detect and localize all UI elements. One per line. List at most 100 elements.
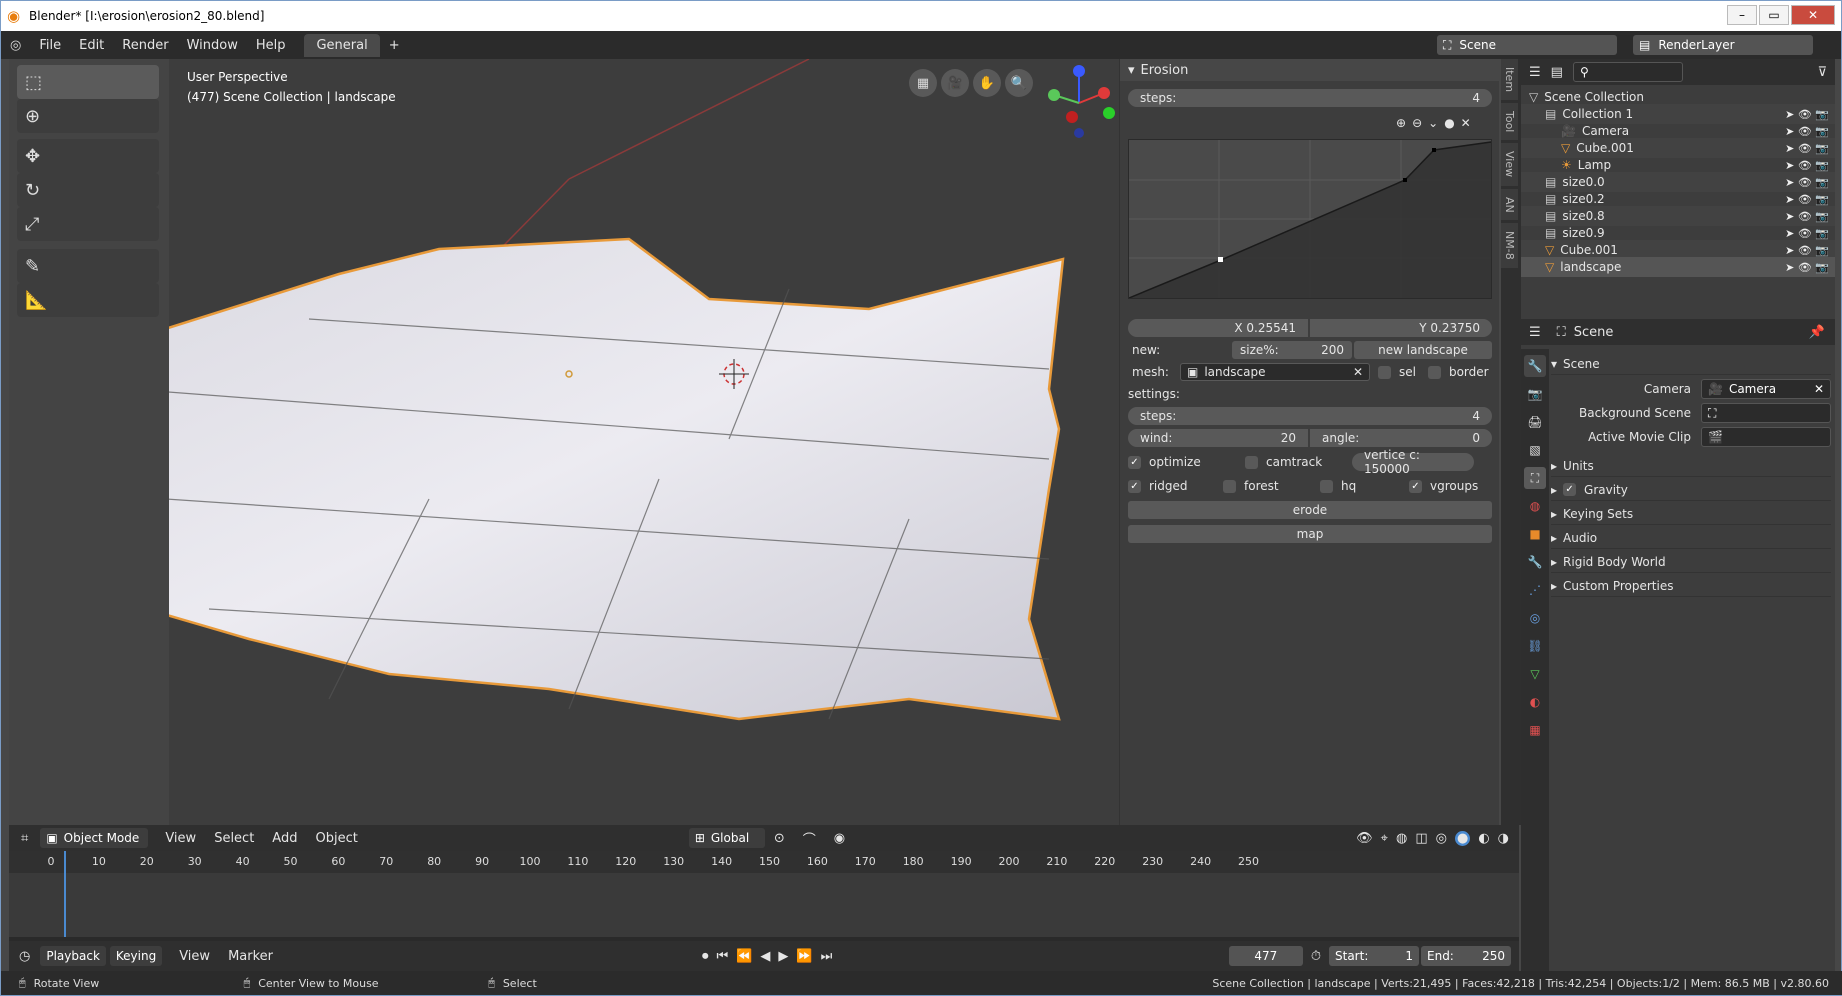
prev-keyframe-icon[interactable]: ⏪	[736, 949, 752, 964]
new-landscape-button[interactable]: new landscape	[1354, 341, 1492, 359]
particles-tab-icon[interactable]: ⋰	[1524, 579, 1546, 601]
grid-toggle-icon[interactable]: ▦	[909, 69, 937, 97]
menu-file[interactable]: File	[30, 38, 70, 53]
clock-icon[interactable]: ◷	[19, 949, 30, 964]
timeline-ruler[interactable]: 0 10 20 30 40 50 60 70 80 90 100 110 120 130 140 150 160…	[9, 851, 1519, 873]
stopwatch-icon[interactable]: ⏱	[1311, 949, 1321, 964]
vp-menu-object[interactable]: Object	[306, 831, 366, 846]
vp-menu-add[interactable]: Add	[263, 831, 306, 846]
filter-icon[interactable]: ⊽	[1817, 65, 1827, 80]
outliner-item[interactable]: ▽ landscape ➤ 👁 📷	[1521, 257, 1835, 277]
zoom-icon[interactable]: 🔍	[1005, 69, 1033, 97]
modifier-tab-icon[interactable]: 🔧	[1524, 551, 1546, 573]
blender-menu-icon[interactable]: ◎	[1, 38, 30, 53]
gravity-checkbox[interactable]: ✓	[1563, 483, 1577, 496]
workspace-tab-general[interactable]: General	[304, 33, 380, 57]
keying-menu[interactable]: Keying	[109, 946, 163, 966]
curve-point-icon[interactable]: ●	[1444, 116, 1454, 130]
erode-button[interactable]: erode	[1128, 501, 1492, 519]
close-button[interactable]: ✕	[1791, 5, 1835, 25]
menu-help[interactable]: Help	[247, 38, 295, 53]
custom-properties-section[interactable]: ▸ Custom Properties	[1551, 575, 1831, 597]
display-mode-icon[interactable]: ☰	[1529, 65, 1541, 80]
camtrack-checkbox[interactable]	[1245, 455, 1258, 469]
timeline-menu-marker[interactable]: Marker	[219, 949, 282, 964]
minimize-button[interactable]: –	[1727, 5, 1757, 25]
tab-view[interactable]: View	[1501, 143, 1518, 186]
renderlayer-selector[interactable]: ▤ RenderLayer	[1633, 35, 1813, 55]
outliner-item-controls[interactable]: ➤ 👁 📷	[1785, 159, 1829, 172]
erosion-header[interactable]: ▾ Erosion	[1120, 59, 1499, 81]
movie-clip-selector[interactable]: 🎬	[1701, 427, 1831, 447]
visibility-icon[interactable]: 👁	[1356, 831, 1373, 846]
snap-icon[interactable]: ⌒	[794, 829, 825, 848]
playhead[interactable]	[64, 851, 66, 951]
curve-editor[interactable]	[1128, 139, 1492, 299]
tool-tab-icon[interactable]: 🔧	[1524, 355, 1546, 377]
outliner-search-input[interactable]: ⚲	[1572, 62, 1683, 82]
camera-selector[interactable]: 🎥 Camera ✕	[1701, 379, 1831, 399]
angle-field[interactable]: angle: 0	[1310, 429, 1492, 447]
curve-y-field[interactable]: Y 0.23750	[1310, 319, 1492, 337]
timeline[interactable]: 0 10 20 30 40 50 60 70 80 90 100 110 120 130 140 150 160…	[9, 851, 1519, 951]
jump-end-icon[interactable]: ⏭	[821, 949, 833, 964]
object-mode-selector[interactable]: ▣ Object Mode	[40, 828, 149, 848]
viewlayer-tab-icon[interactable]: ▧	[1524, 439, 1546, 461]
texture-tab-icon[interactable]: ▦	[1524, 719, 1546, 741]
maximize-button[interactable]: ▭	[1759, 5, 1789, 25]
gravity-section[interactable]: ▸ ✓ Gravity	[1551, 479, 1831, 501]
pivot-icon[interactable]: ⊙	[765, 831, 794, 846]
sel-checkbox[interactable]	[1378, 365, 1391, 379]
outliner-item-controls[interactable]: ➤ 👁 📷	[1785, 227, 1829, 240]
rigid-body-world-section[interactable]: ▸ Rigid Body World	[1551, 551, 1831, 573]
steps-top-field[interactable]: steps: 4	[1128, 89, 1492, 107]
current-frame-field[interactable]: 477	[1228, 946, 1303, 966]
filter-view-icon[interactable]: ▤	[1551, 65, 1563, 80]
play-icon[interactable]: ▶	[778, 949, 788, 964]
forest-checkbox[interactable]	[1223, 479, 1236, 493]
material-tab-icon[interactable]: ◐	[1524, 691, 1546, 713]
outliner-item-controls[interactable]: ➤ 👁 📷	[1785, 210, 1829, 223]
scene-selector[interactable]: ⛶ Scene	[1437, 35, 1617, 55]
physics-tab-icon[interactable]: ◎	[1524, 607, 1546, 629]
curve-x-field[interactable]: X 0.25541	[1128, 319, 1308, 337]
gizmo-icon[interactable]: ⌖	[1381, 831, 1388, 846]
outliner-item-controls[interactable]: ➤ 👁 📷	[1785, 261, 1829, 274]
scene-tab-icon[interactable]: ⛶	[1524, 467, 1546, 489]
outliner-item-controls[interactable]: ➤ 👁 📷	[1785, 176, 1829, 189]
outliner-item-controls[interactable]: ➤ 👁 📷	[1785, 142, 1829, 155]
audio-section[interactable]: ▸ Audio	[1551, 527, 1831, 549]
menu-render[interactable]: Render	[113, 38, 177, 53]
wireframe-shading-icon[interactable]: ◎	[1436, 831, 1447, 846]
playback-menu[interactable]: Playback	[40, 946, 106, 966]
solid-shading-icon[interactable]: ●	[1454, 830, 1471, 846]
camera-clear-icon[interactable]: ✕	[1814, 382, 1824, 396]
navigation-gizmo[interactable]	[1034, 63, 1119, 143]
pan-hand-icon[interactable]: ✋	[973, 69, 1001, 97]
cursor-tool[interactable]: ⊕	[17, 99, 159, 133]
map-button[interactable]: map	[1128, 525, 1492, 543]
mesh-clear-icon[interactable]: ✕	[1353, 365, 1363, 379]
menu-edit[interactable]: Edit	[70, 38, 113, 53]
constraints-tab-icon[interactable]: ⛓	[1524, 635, 1546, 657]
xray-icon[interactable]: ◫	[1415, 831, 1427, 846]
curve-close-icon[interactable]: ✕	[1461, 116, 1471, 130]
outliner-item-controls[interactable]: ➤ 👁 📷	[1785, 108, 1829, 121]
tab-tool[interactable]: Tool	[1501, 103, 1518, 141]
tab-item[interactable]: Item	[1501, 59, 1518, 101]
editor-type-icon[interactable]: ☰	[1529, 325, 1541, 340]
scene-section-header[interactable]: ▾ Scene	[1551, 353, 1831, 375]
editor-type-icon[interactable]: ⌗	[21, 831, 28, 846]
vertice-count-field[interactable]: vertice c: 150000	[1352, 448, 1474, 476]
end-frame-field[interactable]: End: 250	[1421, 946, 1511, 966]
tab-nm8[interactable]: NM-8	[1501, 223, 1518, 268]
zoom-in-icon[interactable]: ⊕	[1396, 116, 1406, 130]
wind-field[interactable]: wind: 20	[1128, 429, 1308, 447]
keying-sets-section[interactable]: ▸ Keying Sets	[1551, 503, 1831, 525]
timeline-menu-view[interactable]: View	[170, 949, 219, 964]
outliner-item-controls[interactable]: ➤ 👁 📷	[1785, 125, 1829, 138]
proportional-edit-icon[interactable]: ◉	[825, 831, 854, 846]
units-section[interactable]: ▸ Units	[1551, 455, 1831, 477]
size-percent-field[interactable]: size%: 200	[1232, 341, 1352, 359]
menu-window[interactable]: Window	[178, 38, 247, 53]
